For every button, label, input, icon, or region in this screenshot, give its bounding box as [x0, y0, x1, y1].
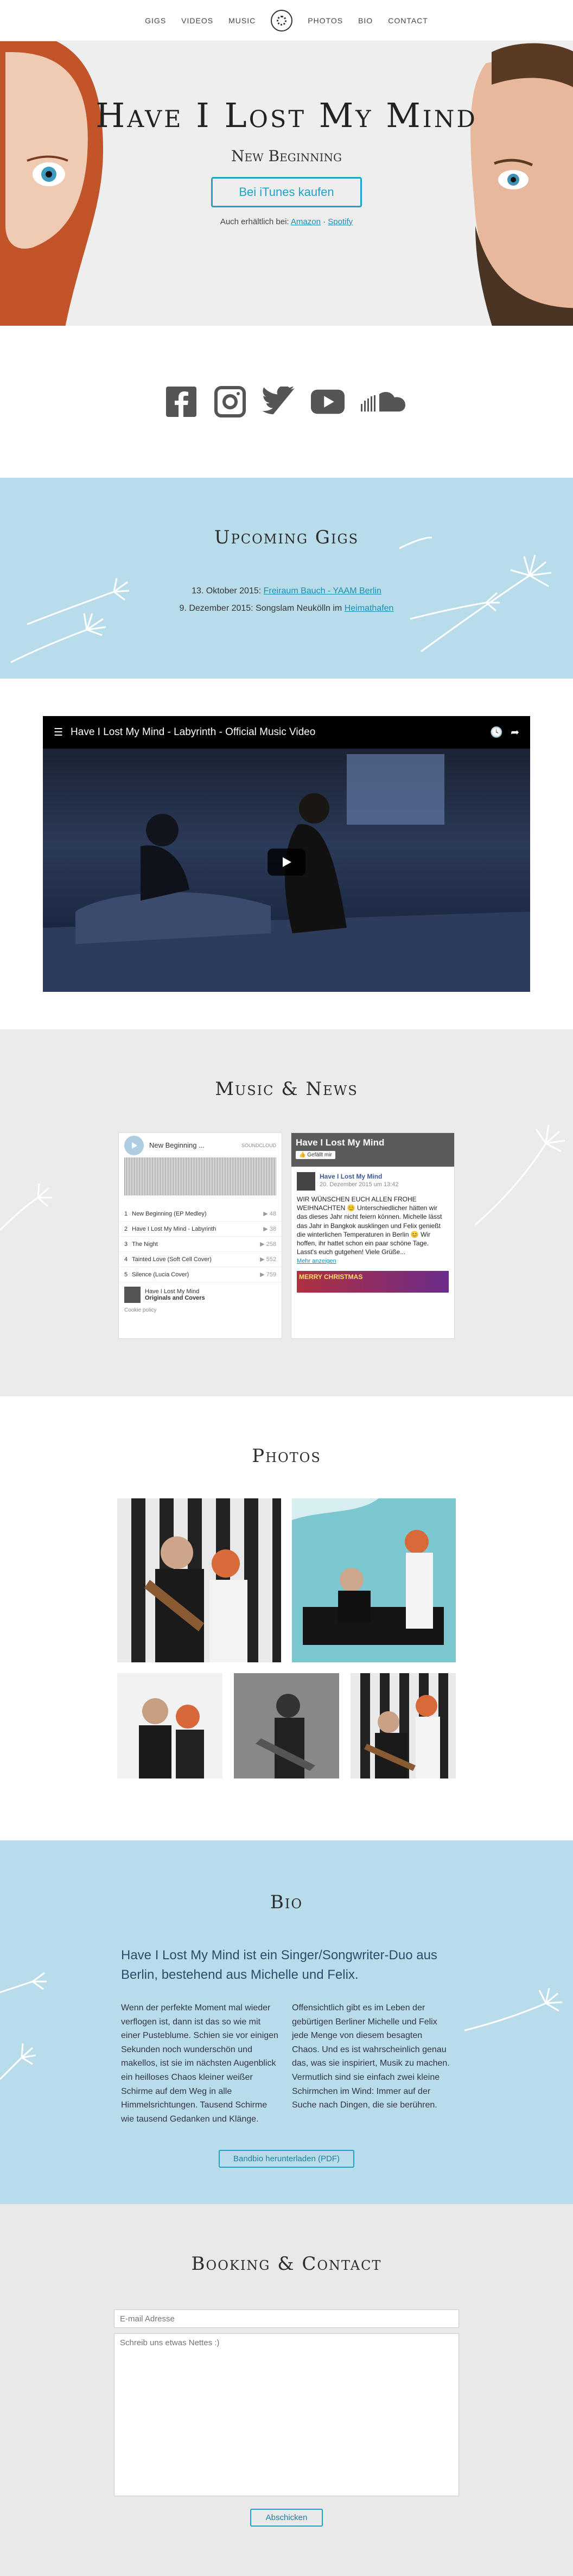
post-image: MERRY CHRISTMAS [297, 1271, 449, 1293]
cookie-policy-link[interactable]: Cookie policy [119, 1307, 282, 1313]
also-prefix: Auch erhältlich bei: [220, 217, 289, 226]
video-section: ☰ Have I Lost My Mind - Labyrinth - Offi… [0, 679, 573, 1029]
soundcloud-widget: New Beginning ... SOUNDCLOUD 1 New Beginn… [118, 1132, 282, 1339]
track-row[interactable]: 1 New Beginning (EP Medley) ▶ 48 [119, 1206, 282, 1221]
fb-like-button[interactable]: 👍 Gefällt mir [296, 1151, 335, 1159]
gig-link[interactable]: Heimathafen [345, 604, 394, 613]
itunes-buy-button[interactable]: Bei iTunes kaufen [211, 177, 362, 207]
waveform[interactable] [124, 1157, 276, 1195]
band-photo[interactable] [234, 1673, 339, 1778]
soundcloud-icon[interactable] [360, 385, 409, 419]
track-row[interactable]: 2 Have I Lost My Mind - Labyrinth ▶ 38 [119, 1221, 282, 1237]
track-row[interactable]: 3 The Night ▶ 258 [119, 1237, 282, 1252]
nav-bio[interactable]: BIO [358, 16, 373, 25]
video-title: Have I Lost My Mind - Labyrinth - Offici… [71, 726, 316, 738]
twitter-icon[interactable] [262, 385, 296, 419]
fb-page-name[interactable]: Have I Lost My Mind [296, 1137, 450, 1148]
track-row[interactable]: 4 Tainted Love (Soft Cell Cover) ▶ 552 [119, 1252, 282, 1267]
also-available: Auch erhältlich bei: Amazon · Spotify [220, 217, 353, 226]
set-title: Originals and Covers [145, 1295, 205, 1301]
nav-videos[interactable]: VIDEOS [181, 16, 213, 25]
spotify-link[interactable]: Spotify [328, 217, 353, 226]
dandelion-seeds-icon [10, 578, 130, 663]
top-nav: GIGS VIDEOS MUSIC PHOTOS BIO CONTACT [0, 0, 573, 41]
message-field[interactable] [114, 2333, 459, 2496]
contact-title: Booking & Contact [191, 2253, 382, 2275]
soundcloud-logo: SOUNDCLOUD [241, 1142, 276, 1148]
bio-lead: Have I Lost My Mind ist ein Singer/Songw… [121, 1948, 437, 1982]
facebook-icon[interactable] [164, 385, 198, 419]
playlist-title: New Beginning ... [149, 1141, 205, 1149]
share-icon[interactable]: ➦ [511, 726, 519, 739]
watch-later-icon[interactable]: 🕓 [490, 726, 503, 739]
nav-music[interactable]: MUSIC [228, 16, 256, 25]
dandelion-logo-icon[interactable] [271, 9, 293, 31]
dandelion-seeds-icon [0, 1183, 52, 1231]
gigs-section: Upcoming Gigs 13. Oktober 2015: Freiraum… [0, 478, 573, 679]
nav-gigs[interactable]: GIGS [145, 16, 166, 25]
artist-name: Have I Lost My Mind [145, 1288, 200, 1295]
nav-contact[interactable]: CONTACT [388, 16, 428, 25]
bio-text-right: Offensichtlich gibt es im Leben der gebü… [292, 2003, 450, 2110]
album-subtitle: New Beginning [231, 147, 342, 165]
menu-icon[interactable]: ☰ [54, 726, 63, 739]
dandelion-seeds-icon [475, 1124, 565, 1226]
post-author[interactable]: Have I Lost My Mind [320, 1172, 399, 1181]
hero: Have I Lost My Mind New Beginning Bei iT… [0, 41, 573, 326]
youtube-video-player[interactable]: ☰ Have I Lost My Mind - Labyrinth - Offi… [43, 716, 530, 992]
nav-photos[interactable]: PHOTOS [308, 16, 343, 25]
send-button[interactable]: Abschicken [250, 2509, 323, 2527]
show-more-link[interactable]: Mehr anzeigen [297, 1258, 336, 1264]
photos-title: Photos [252, 1445, 321, 1467]
band-photo[interactable] [292, 1498, 456, 1662]
gig-date: 13. Oktober 2015: [192, 586, 262, 596]
dandelion-seeds-icon [464, 1988, 563, 2031]
contact-section: Booking & Contact Abschicken [0, 2204, 573, 2576]
dandelion-seeds-icon [0, 1972, 47, 2080]
avatar [297, 1172, 315, 1191]
play-icon[interactable] [268, 849, 305, 876]
youtube-icon[interactable] [311, 385, 345, 419]
band-photo[interactable] [117, 1498, 281, 1662]
music-news-section: Music & News New Beginning ... SOUNDCLOU… [0, 1029, 573, 1396]
contact-form: Abschicken [114, 2309, 459, 2527]
bio-section: Bio Have I Lost My Mind ist ein Singer/S… [0, 1840, 573, 2204]
post-date: 20. Dezember 2015 um 13:42 [320, 1181, 399, 1188]
band-photo[interactable] [351, 1673, 456, 1778]
bio-text-left: Wenn der perfekte Moment mal wieder verf… [121, 2003, 278, 2124]
photos-section: Photos [0, 1396, 573, 1840]
download-bio-button[interactable]: Bandbio herunterladen (PDF) [219, 2150, 354, 2168]
gig-link[interactable]: Freiraum Bauch - YAAM Berlin [264, 586, 381, 596]
gig-date: 9. Dezember 2015: [179, 604, 253, 613]
dandelion-seeds-icon [399, 536, 552, 653]
bio-title: Bio [270, 1891, 303, 1913]
track-row[interactable]: 5 Silence (Lucia Cover) ▶ 759 [119, 1267, 282, 1282]
post-body: WIR WÜNSCHEN EUCH ALLEN FROHE WEIHNACHTE… [297, 1195, 442, 1256]
social-links [0, 326, 573, 478]
amazon-link[interactable]: Amazon [291, 217, 321, 226]
facebook-widget: Have I Lost My Mind 👍 Gefällt mir Have I… [291, 1132, 455, 1339]
video-title-bar: ☰ Have I Lost My Mind - Labyrinth - Offi… [43, 716, 530, 749]
instagram-icon[interactable] [213, 385, 247, 419]
band-title: Have I Lost My Mind [96, 96, 478, 135]
band-photo[interactable] [117, 1673, 222, 1778]
fb-post: Have I Lost My Mind 20. Dezember 2015 um… [291, 1167, 454, 1271]
artist-avatar [124, 1287, 141, 1303]
gig-text: Songslam Neukölln im [256, 604, 342, 613]
email-field[interactable] [114, 2309, 459, 2328]
play-icon[interactable] [124, 1135, 144, 1155]
